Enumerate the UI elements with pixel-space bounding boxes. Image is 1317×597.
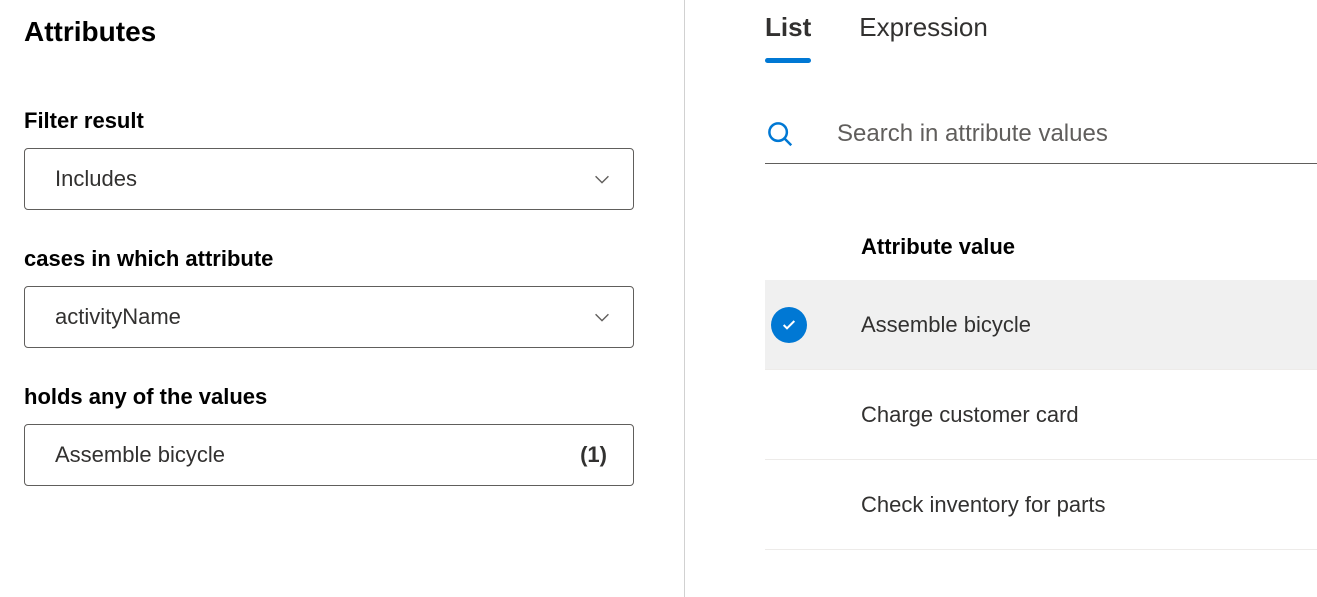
filter-result-label: Filter result — [24, 108, 660, 134]
list-item[interactable]: Charge customer card — [765, 370, 1317, 460]
list-item-label: Assemble bicycle — [861, 312, 1031, 338]
attributes-panel: Attributes Filter result Includes cases … — [0, 0, 685, 597]
value-list: Assemble bicycle Charge customer card Ch… — [765, 280, 1317, 550]
holds-values-label: holds any of the values — [24, 384, 660, 410]
panel-title: Attributes — [24, 16, 660, 48]
column-header: Attribute value — [861, 234, 1317, 260]
search-icon — [765, 119, 795, 149]
holds-values-select[interactable]: Assemble bicycle (1) — [24, 424, 634, 486]
values-panel: List Expression Attribute value Assemble… — [685, 0, 1317, 597]
chevron-down-icon — [591, 306, 613, 328]
tabs: List Expression — [765, 0, 1317, 63]
list-item-label: Check inventory for parts — [861, 492, 1106, 518]
filter-result-group: Filter result Includes — [24, 108, 660, 210]
list-item-label: Charge customer card — [861, 402, 1079, 428]
cases-attribute-group: cases in which attribute activityName — [24, 246, 660, 348]
search-input[interactable] — [837, 120, 1317, 148]
tab-expression[interactable]: Expression — [859, 12, 988, 63]
holds-values-group: holds any of the values Assemble bicycle… — [24, 384, 660, 486]
tab-list[interactable]: List — [765, 12, 811, 63]
cases-attribute-select[interactable]: activityName — [24, 286, 634, 348]
check-icon — [771, 307, 807, 343]
cases-attribute-value: activityName — [55, 304, 181, 330]
search-row — [765, 119, 1317, 164]
list-item[interactable]: Check inventory for parts — [765, 460, 1317, 550]
filter-result-value: Includes — [55, 166, 137, 192]
holds-values-count: (1) — [580, 442, 607, 468]
filter-result-select[interactable]: Includes — [24, 148, 634, 210]
chevron-down-icon — [591, 168, 613, 190]
cases-attribute-label: cases in which attribute — [24, 246, 660, 272]
holds-values-value: Assemble bicycle — [55, 442, 225, 468]
list-item[interactable]: Assemble bicycle — [765, 280, 1317, 370]
